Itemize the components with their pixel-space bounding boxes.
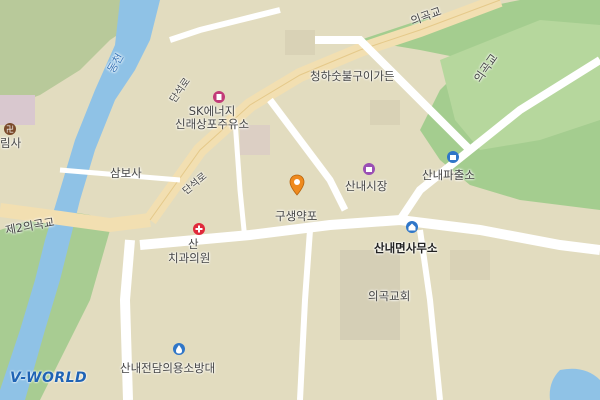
road-south — [119, 239, 135, 400]
fire-station-label: 산내전담의용소방대 — [120, 361, 216, 375]
lake-area — [549, 368, 600, 400]
dental-label-2: 치과의원 — [168, 251, 211, 265]
police-label: 산내파출소 — [422, 168, 475, 182]
temple-label: 림사 — [0, 136, 22, 150]
map-base — [0, 0, 600, 400]
market-label: 산내시장 — [345, 179, 388, 193]
market-icon[interactable] — [362, 162, 376, 176]
vworld-logo: V-WORLD — [10, 370, 88, 386]
pharmacy-label: 구생약포 — [275, 209, 318, 223]
admin-office-label: 산내면사무소 — [374, 241, 438, 255]
map-view[interactable]: 의곡교 의곡교 동천 림사 청하숫불구이가든 SK에너지 신래상포주유소 단석로… — [0, 0, 600, 400]
admin-office-icon[interactable] — [405, 220, 419, 234]
police-icon[interactable] — [446, 150, 460, 164]
temple-icon[interactable]: 卍 — [3, 122, 17, 136]
building — [450, 250, 490, 280]
apartment-label: 청하숫불구이가든 — [310, 69, 395, 83]
gas-station-icon[interactable] — [212, 90, 226, 104]
pharmacy-pin-icon[interactable] — [289, 174, 305, 196]
road-north — [169, 7, 281, 43]
hospital-icon[interactable] — [192, 222, 206, 236]
building — [285, 30, 315, 55]
building — [370, 100, 400, 125]
gas-station-label: SK에너지 신래상포주유소 — [175, 104, 250, 131]
fire-station-icon[interactable] — [172, 342, 186, 356]
sambo-temple-label: 삼보사 — [110, 166, 142, 180]
svg-text:卍: 卍 — [6, 125, 14, 134]
road-diag-1 — [267, 97, 349, 212]
building — [0, 95, 35, 125]
road-south-2 — [297, 229, 313, 400]
road-east-west — [139, 214, 600, 255]
church-label: 의곡교회 — [368, 289, 411, 303]
